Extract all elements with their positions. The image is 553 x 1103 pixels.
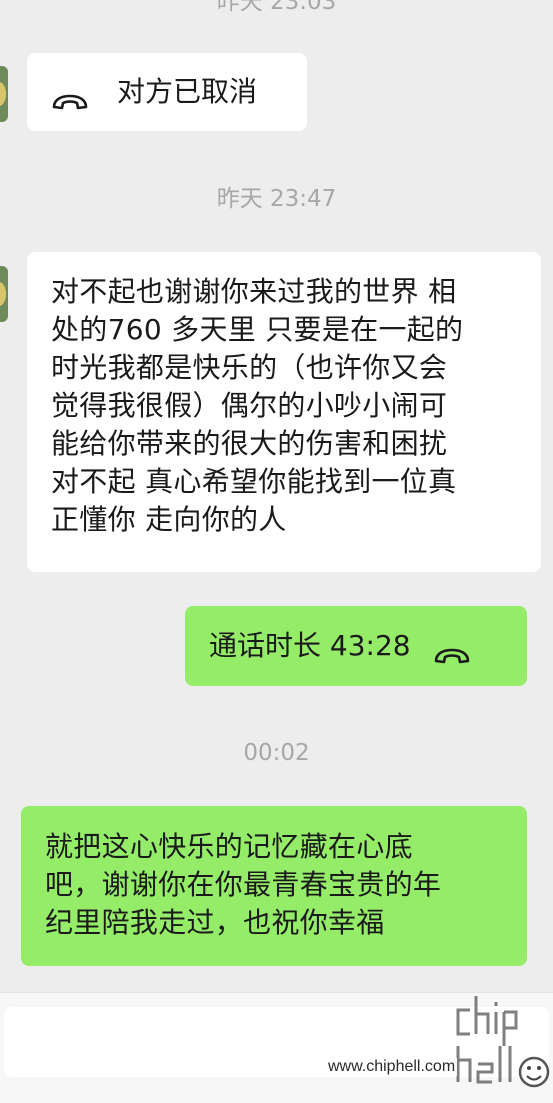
last-message-text: 就把这心快乐的记忆藏在心底 吧，谢谢你在你最青春宝贵的年 纪里陪我走过，也祝你幸… <box>45 828 507 942</box>
timestamp-third: 00:02 <box>243 740 310 766</box>
contact-avatar[interactable] <box>0 266 8 322</box>
cancelled-call-text: 对方已取消 <box>117 75 258 108</box>
message-line: 时光我都是快乐的（也许你又会 <box>51 351 448 384</box>
phone-handset-icon <box>51 84 89 110</box>
message-line: 对不起 真心希望你能找到一位真 <box>51 465 457 498</box>
message-line: 纪里陪我走过，也祝你幸福 <box>45 906 385 939</box>
message-line: 处的760 多天里 只要是在一起的 <box>51 313 464 346</box>
message-line: 觉得我很假）偶尔的小吵小闹可 <box>51 389 448 422</box>
message-line: 对不起也谢谢你来过我的世界 相 <box>51 275 457 308</box>
contact-avatar[interactable] <box>0 66 8 122</box>
timestamp-top: 昨天 23:03 <box>216 0 337 15</box>
long-message-bubble[interactable]: 对不起也谢谢你来过我的世界 相 处的760 多天里 只要是在一起的 时光我都是快… <box>27 252 541 572</box>
timestamp-second: 昨天 23:47 <box>216 186 337 212</box>
chiphell-logo <box>456 996 550 1088</box>
cancelled-call-bubble[interactable]: 对方已取消 <box>27 53 307 131</box>
message-line: 就把这心快乐的记忆藏在心底 <box>45 830 413 863</box>
last-message-bubble[interactable]: 就把这心快乐的记忆藏在心底 吧，谢谢你在你最青春宝贵的年 纪里陪我走过，也祝你幸… <box>21 806 527 966</box>
call-duration-text: 通话时长 43:28 <box>209 629 411 662</box>
watermark-url: www.chiphell.com <box>326 1058 458 1076</box>
message-line: 吧，谢谢你在你最青春宝贵的年 <box>45 868 442 901</box>
long-message-text: 对不起也谢谢你来过我的世界 相 处的760 多天里 只要是在一起的 时光我都是快… <box>51 273 519 539</box>
phone-handset-icon <box>433 638 471 664</box>
message-line: 能给你带来的很大的伤害和困扰 <box>51 427 448 460</box>
message-line: 正懂你 走向你的人 <box>51 503 287 536</box>
chat-history[interactable]: 昨天 23:03 对方已取消 昨天 23:47 对不起也谢谢你来过我的世界 相 … <box>0 0 553 992</box>
call-duration-bubble[interactable]: 通话时长 43:28 <box>185 606 527 686</box>
